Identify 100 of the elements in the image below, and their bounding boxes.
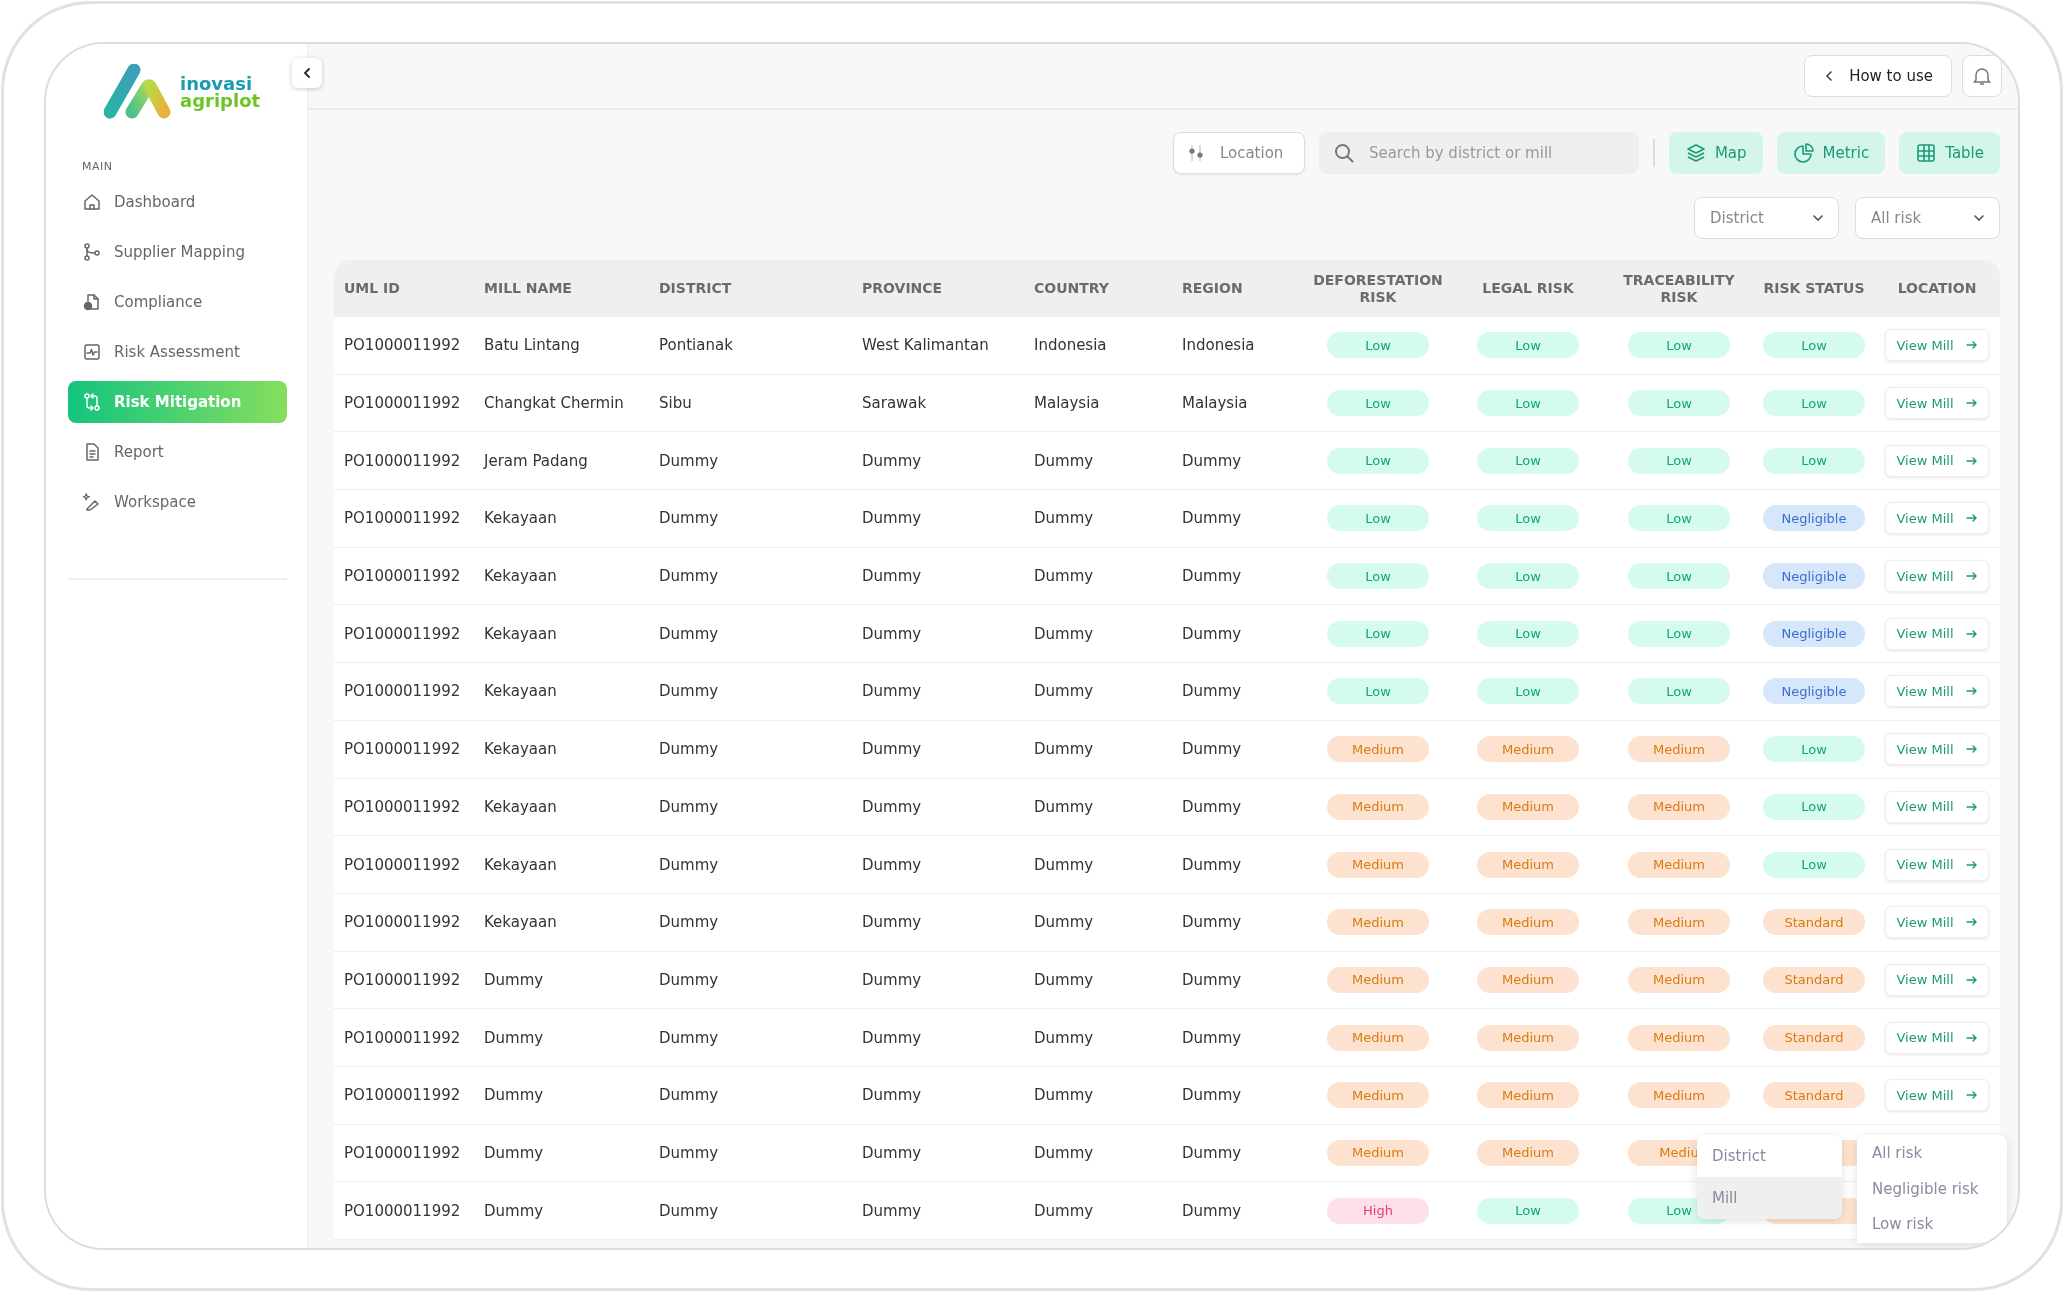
metric-view-button[interactable]: Metric [1776, 132, 1886, 174]
table-cell-text: Dummy [1181, 509, 1243, 528]
risk-badge: Medium [1628, 909, 1730, 936]
risk-badge: Low [1477, 390, 1579, 417]
filter-dropdown[interactable]: District [1694, 197, 1839, 239]
table-cell-text: Dummy [658, 682, 720, 701]
sidebar-item[interactable]: Risk Assessment [68, 331, 287, 373]
risk-badge: Medium [1327, 736, 1429, 763]
logo-text: agriplot [180, 92, 261, 110]
table-cell-text: Dummy [1033, 624, 1095, 643]
activity-chart-icon [82, 342, 102, 362]
table-cell-text: Dummy [1181, 451, 1243, 470]
logo-text: inovasi [180, 74, 253, 92]
risk-badge: Low [1327, 447, 1429, 474]
menu-item[interactable]: Low risk [1857, 1207, 1940, 1241]
risk-badge: Low [1628, 332, 1730, 359]
location-button[interactable]: Location [1172, 132, 1305, 174]
pen-sparkle-icon [82, 492, 102, 512]
collapse-button[interactable] [292, 58, 322, 88]
view-mill-button[interactable]: View Mill [1885, 963, 1989, 996]
table-cell-text: Dummy [1181, 913, 1243, 932]
risk-badge: Low [1763, 851, 1865, 878]
sidebar-item[interactable]: Report [68, 431, 287, 473]
risk-badge: Medium [1327, 851, 1429, 878]
risk-badge: Medium [1327, 909, 1429, 936]
menu-item[interactable]: Mill [1697, 1177, 1842, 1219]
filter-dropdown[interactable]: All risk [1855, 197, 2000, 239]
table-cell-text: Dummy [1033, 451, 1095, 470]
table-cell-text: Dummy [658, 913, 720, 932]
risk-badge: Low [1763, 793, 1865, 820]
table-cell-text: Dummy [1181, 797, 1243, 816]
table-cell-text: Dummy [1033, 740, 1095, 759]
table-cell-text: Dummy [1033, 567, 1095, 586]
table-cell-text: Dummy [483, 1028, 545, 1047]
map-view-button[interactable]: Map [1668, 132, 1763, 174]
how-to-use-button[interactable]: How to use [1804, 55, 1952, 97]
view-mill-button[interactable]: View Mill [1885, 848, 1989, 881]
view-mill-button[interactable]: View Mill [1885, 1021, 1989, 1054]
view-mill-button[interactable]: View Mill [1885, 560, 1989, 593]
table-cell-text: PO1000011992 [343, 855, 462, 874]
view-mill-button[interactable]: View Mill [1885, 733, 1989, 766]
risk-badge: Medium [1477, 1139, 1579, 1166]
table-cell-text: Jeram Padang [482, 451, 589, 470]
table-cell-text: PO1000011992 [343, 797, 462, 816]
table-cell-text: Dummy [658, 970, 720, 989]
table-cell-text: Dummy [1033, 509, 1095, 528]
sidebar-item[interactable]: Dashboard [68, 181, 287, 223]
column-header: REGION [1181, 280, 1244, 297]
table-cell-text: Kekayaan [483, 855, 558, 874]
menu-item[interactable]: All risk [1857, 1135, 2007, 1171]
table-cell-text: Dummy [861, 855, 923, 874]
table-cell-text: Dummy [861, 970, 923, 989]
table-cell-text: Dummy [658, 451, 720, 470]
menu-item[interactable]: Negligible risk [1857, 1171, 2007, 1207]
table-cell-text: Dummy [861, 567, 923, 586]
notification-button[interactable] [1962, 55, 2002, 97]
table-cell-text: Dummy [861, 1086, 923, 1105]
risk-badge: Medium [1327, 966, 1429, 993]
table-cell-text: Dummy [658, 1028, 720, 1047]
table-cell-text: Dummy [861, 451, 923, 470]
table-cell-text: Dummy [1181, 1143, 1243, 1162]
table-cell-text: Dummy [658, 855, 720, 874]
risk-badge: Low [1477, 1197, 1579, 1224]
table-cell-text: Dummy [1033, 855, 1095, 874]
table-cell-text: Kekayaan [483, 797, 558, 816]
table-cell-text: Kekayaan [483, 509, 558, 528]
table-view-button[interactable]: Table [1899, 132, 2000, 174]
sidebar-item[interactable]: Supplier Mapping [68, 231, 287, 273]
sidebar-item[interactable]: Compliance [68, 281, 287, 323]
table-cell-text: Kekayaan [483, 624, 558, 643]
table-cell-text: Dummy [1181, 1086, 1243, 1105]
risk-badge: Low [1327, 678, 1429, 705]
view-mill-button[interactable]: View Mill [1885, 444, 1989, 477]
table-cell-text: Dummy [861, 913, 923, 932]
risk-badge: Medium [1477, 966, 1579, 993]
view-mill-button[interactable]: View Mill [1885, 329, 1989, 362]
table-cell-text: Dummy [1033, 682, 1095, 701]
table-cell-text: Dummy [1033, 1086, 1095, 1105]
table-cell-text: Changkat Chermin [483, 394, 625, 413]
table-cell-text: Dummy [658, 740, 720, 759]
risk-badge: Standard [1763, 1082, 1865, 1109]
table-cell-text: PO1000011992 [343, 682, 462, 701]
column-header: MILL NAME [483, 280, 573, 297]
risk-badge: Medium [1477, 736, 1579, 763]
risk-badge: Standard [1763, 909, 1865, 936]
view-mill-button[interactable]: View Mill [1885, 387, 1989, 420]
sidebar-item[interactable]: Risk Mitigation [68, 381, 287, 423]
sidebar-item[interactable]: Workspace [68, 481, 287, 523]
view-mill-button[interactable]: View Mill [1885, 675, 1989, 708]
view-mill-button[interactable]: View Mill [1885, 502, 1989, 535]
table-cell-text: Dummy [1033, 1143, 1095, 1162]
view-mill-button[interactable]: View Mill [1885, 790, 1989, 823]
search-field[interactable]: Search by district or mill [1318, 132, 1639, 174]
table-cell-text: Dummy [483, 1086, 545, 1105]
column-header: TRACEABILITY RISK [1622, 272, 1736, 305]
view-mill-button[interactable]: View Mill [1885, 1079, 1989, 1112]
layers-icon [1684, 142, 1707, 164]
view-mill-button[interactable]: View Mill [1885, 906, 1989, 939]
table-cell-text: Kekayaan [483, 740, 558, 759]
view-mill-button[interactable]: View Mill [1885, 617, 1989, 650]
